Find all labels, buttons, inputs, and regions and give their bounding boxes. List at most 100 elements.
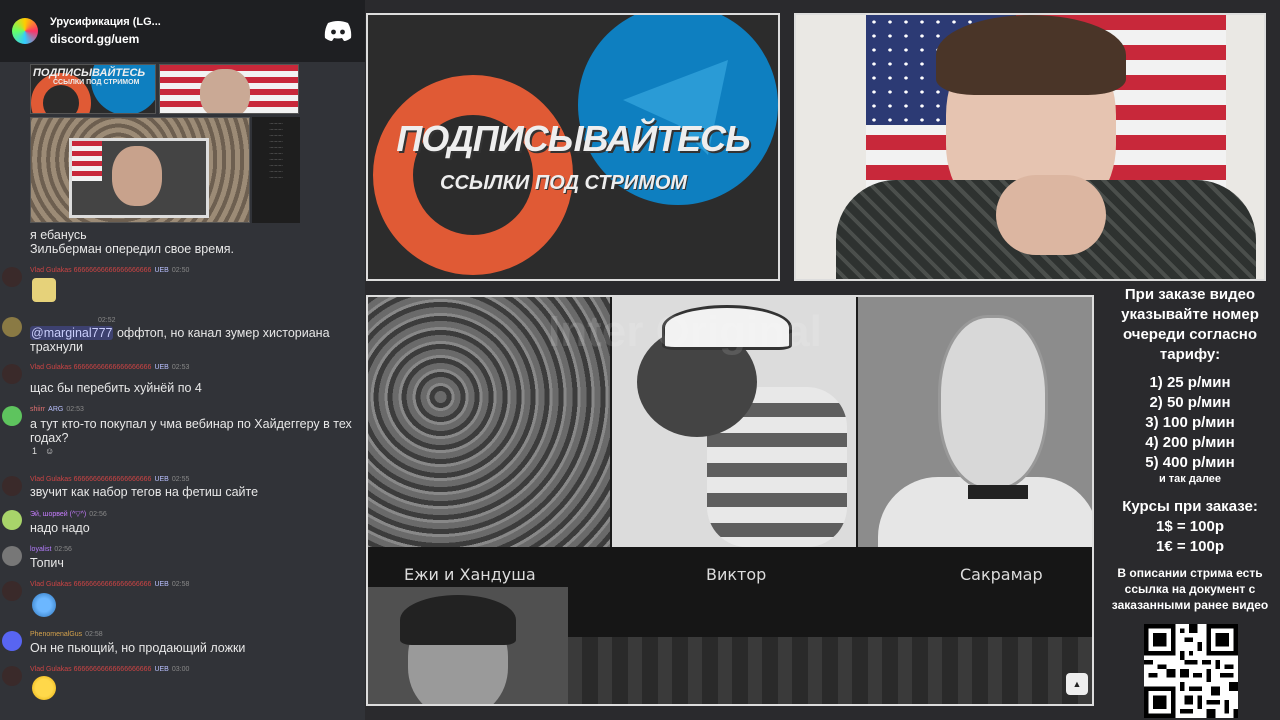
message-author[interactable]: Vlad Gulakas 66666666666666666666 xyxy=(30,581,151,588)
reaction-count[interactable]: 1 xyxy=(32,446,37,456)
message-author[interactable]: PhenomenalGus xyxy=(30,631,82,638)
message-text: @marginal777 оффтоп, но канал зумер хист… xyxy=(30,326,330,354)
chat-messages: ПОДПИСЫВАЙТЕСЬ ССЫЛКИ ПОД СТРИМОМ ······… xyxy=(0,62,365,720)
message-time: 02:50 xyxy=(171,267,190,274)
role-badge: UEB xyxy=(154,476,169,483)
price-list: 1) 25 р/мин 2) 50 р/мин 3) 100 р/мин 4) … xyxy=(1100,373,1280,473)
price-item: 5) 400 р/мин xyxy=(1145,454,1235,471)
promo-subtitle: ССЫЛКИ ПОД СТРИМОМ xyxy=(440,172,688,194)
message-text: Зильберман опередил свое время. xyxy=(30,242,235,256)
custom-emoji xyxy=(32,676,56,700)
user-avatar[interactable] xyxy=(2,546,22,566)
promo-title: ПОДПИСЫВАЙТЕСЬ xyxy=(396,118,750,159)
message-author[interactable]: Vlad Gulakas 66666666666666666666 xyxy=(30,267,151,274)
message-author[interactable]: Эй, шорвей (^▽^) xyxy=(30,510,86,518)
message-time: 02:53 xyxy=(171,364,190,371)
message-author[interactable]: Vlad Gulakas 66666666666666666666 xyxy=(30,364,151,371)
message-time: 02:56 xyxy=(54,546,72,553)
attachment-image[interactable]: ·········· ·········· ·········· ··········… xyxy=(252,117,300,223)
attachment-image[interactable] xyxy=(30,117,250,223)
custom-emoji xyxy=(32,278,56,302)
channel-logo-icon: ▲ xyxy=(1066,673,1088,695)
video-caption: Виктор xyxy=(706,565,767,584)
message-text: я ебанусь xyxy=(30,228,87,242)
rates: Курсы при заказе: 1$ = 100р 1€ = 100р xyxy=(1100,497,1280,557)
message-time: 02:58 xyxy=(85,631,103,638)
message-header: Эй, шорвей (^▽^) 02:56 xyxy=(30,510,107,519)
role-badge: ARG xyxy=(48,406,64,413)
user-avatar[interactable] xyxy=(2,581,22,601)
price-item: 2) 50 р/мин xyxy=(1149,394,1231,411)
subscribe-promo: ПОДПИСЫВАЙТЕСЬ ССЫЛКИ ПОД СТРИМОМ xyxy=(366,13,780,281)
role-badge: UEB xyxy=(154,581,169,588)
message-text: щас бы перебить хуйнёй по 4 xyxy=(30,381,202,395)
role-badge: UEB xyxy=(154,364,169,371)
custom-emoji xyxy=(32,593,56,617)
price-item: 1) 25 р/мин xyxy=(1149,374,1231,391)
user-avatar[interactable] xyxy=(2,406,22,426)
stream-description-note: В описании стрима есть ссылка на докумен… xyxy=(1111,566,1269,612)
video-caption: Сакрамар xyxy=(960,565,1043,584)
message-text: звучит как набор тегов на фетиш сайте xyxy=(30,485,259,499)
message-author[interactable]: Vlad Gulakas 66666666666666666666 xyxy=(30,666,151,673)
guest-webcam xyxy=(368,587,568,704)
message-header: Vlad Gulakas 66666666666666666666 UEB 02… xyxy=(30,476,189,483)
message-time: 02:52 xyxy=(98,317,116,324)
message-time: 02:53 xyxy=(66,406,84,413)
message-text: Он не пьющий, но продающий ложки xyxy=(30,641,246,655)
server-avatar xyxy=(12,18,38,44)
attachment-subtitle: ССЫЛКИ ПОД СТРИМОМ xyxy=(53,79,140,86)
attachment-title: ПОДПИСЫВАЙТЕСЬ xyxy=(33,67,146,79)
user-avatar[interactable] xyxy=(2,631,22,651)
discord-chat-overlay: Урусификация (LG... discord.gg/uem ПОДПИ… xyxy=(0,0,365,720)
role-badge: UEB xyxy=(154,267,169,274)
price-etc: и так далее xyxy=(1158,473,1222,485)
user-avatar[interactable] xyxy=(2,317,22,337)
message-author[interactable]: Vlad Gulakas 66666666666666666666 xyxy=(30,476,151,483)
stream-layout: Урусификация (LG... discord.gg/uem ПОДПИ… xyxy=(0,0,1280,720)
message-time: 02:55 xyxy=(171,476,190,483)
price-item: 3) 100 р/мин xyxy=(1145,414,1235,431)
user-avatar[interactable] xyxy=(2,364,22,384)
message-header: PhenomenalGus 02:58 xyxy=(30,631,103,638)
user-avatar[interactable] xyxy=(2,476,22,496)
message-author[interactable]: loyalist xyxy=(30,546,51,553)
discord-logo-icon xyxy=(324,21,352,41)
message-header: Vlad Gulakas 66666666666666666666 UEB 02… xyxy=(30,581,189,588)
chat-header: Урусификация (LG... discord.gg/uem xyxy=(0,0,365,62)
streamer-webcam xyxy=(794,13,1266,281)
video-player: Inter Original Ежи и Хандуша Виктор Сакр… xyxy=(366,295,1094,706)
qr-code xyxy=(1144,624,1238,718)
attachment-image[interactable]: ПОДПИСЫВАЙТЕСЬ ССЫЛКИ ПОД СТРИМОМ xyxy=(30,64,156,114)
server-name: Урусификация (LG... xyxy=(50,16,161,28)
add-reaction-icon[interactable]: ☺ xyxy=(45,446,54,456)
price-item: 4) 200 р/мин xyxy=(1145,434,1235,451)
rate-item: 1€ = 100р xyxy=(1156,538,1224,555)
invite-link[interactable]: discord.gg/uem xyxy=(50,32,323,46)
rate-item: 1$ = 100р xyxy=(1156,518,1224,535)
message-author[interactable]: shiirr xyxy=(30,406,45,413)
message-text: а тут кто-то покупал у чма вебинар по Ха… xyxy=(30,417,352,445)
message-header: Vlad Gulakas 66666666666666666666 UEB 02… xyxy=(30,267,189,274)
order-info: При заказе видео указывайте номер очеред… xyxy=(1100,285,1280,613)
video-caption: Ежи и Хандуша xyxy=(404,565,536,584)
rates-title: Курсы при заказе: xyxy=(1122,498,1258,515)
message-header: Vlad Gulakas 66666666666666666666 UEB 02… xyxy=(30,364,189,371)
message-header: Vlad Gulakas 66666666666666666666 UEB 03… xyxy=(30,666,189,673)
order-heading: При заказе видео указывайте номер очеред… xyxy=(1121,286,1259,363)
user-avatar[interactable] xyxy=(2,666,22,686)
message-text: надо надо xyxy=(30,521,90,535)
user-avatar[interactable] xyxy=(2,510,22,530)
attachment-image[interactable] xyxy=(159,64,299,114)
video-panel xyxy=(858,297,1092,547)
message-header: loyalist 02:56 xyxy=(30,546,72,553)
message-reactions[interactable]: 1 ☺ xyxy=(32,446,54,456)
user-mention[interactable]: @marginal777 xyxy=(30,326,114,340)
video-watermark: Inter Original xyxy=(548,307,822,356)
message-text: Топич xyxy=(30,556,64,570)
user-avatar[interactable] xyxy=(2,267,22,287)
role-badge: UEB xyxy=(154,666,169,673)
message-time: 02:56 xyxy=(89,510,107,518)
message-header: shiirr ARG 02:53 xyxy=(30,406,84,413)
message-time: 02:58 xyxy=(171,581,190,588)
